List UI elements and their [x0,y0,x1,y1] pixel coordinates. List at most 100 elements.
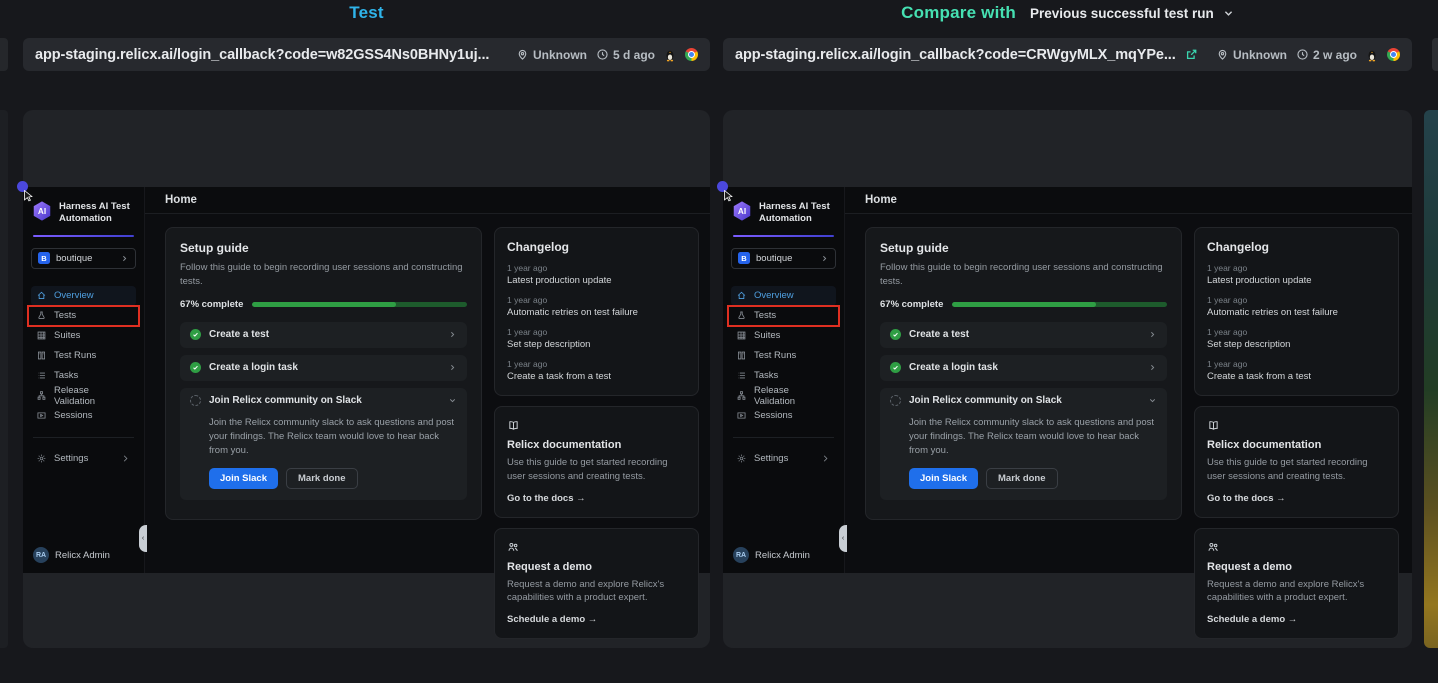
changelog-text: Create a task from a test [507,371,686,382]
test-panel-title: Test [349,3,384,23]
setup-task-create-login-task[interactable]: Create a login task [180,355,467,381]
sidebar-item-settings[interactable]: Settings [731,449,836,469]
compare-with-label: Compare with [901,3,1016,23]
cursor-icon [24,190,34,202]
setup-task-create-login-task[interactable]: Create a login task [880,355,1167,381]
mark-done-button[interactable]: Mark done [286,468,358,489]
documentation-title: Relicx documentation [507,439,686,451]
svg-text:AI: AI [738,207,746,216]
compare-panel: Compare with Previous successful test ru… [723,0,1412,683]
sidebar-item-tests[interactable]: Tests [31,306,136,326]
project-selector[interactable]: B boutique [731,248,836,269]
go-to-docs-link[interactable]: Go to the docs → [1207,493,1386,504]
app-sidebar: AI Harness AI Test Automation B boutique… [23,187,145,573]
next-card-screenshot-sliver [1424,110,1438,648]
test-panel: Test app-staging.relicx.ai/login_callbac… [23,0,710,683]
setup-guide-description: Follow this guide to begin recording use… [880,261,1167,289]
sidebar-item-test-runs[interactable]: Test Runs [731,346,836,366]
sidebar-item-settings[interactable]: Settings [31,449,136,469]
test-screenshot[interactable]: AI Harness AI Test Automation B boutique… [23,110,710,648]
grid-icon [36,330,47,341]
sidebar-collapse-handle[interactable]: ‹ [839,525,847,552]
project-selector[interactable]: B boutique [31,248,136,269]
join-slack-button[interactable]: Join Slack [209,468,278,489]
compare-screenshot[interactable]: AI Harness AI Test Automation B boutique… [723,110,1412,648]
sidebar-item-label: Tests [54,310,76,321]
user-menu[interactable]: RA Relicx Admin [733,547,810,563]
setup-guide-description: Follow this guide to begin recording use… [180,261,467,289]
join-slack-button[interactable]: Join Slack [909,468,978,489]
documentation-description: Use this guide to get started recording … [507,456,686,484]
sidebar-item-label: Test Runs [754,350,796,361]
sidebar-item-overview[interactable]: Overview [731,286,836,306]
request-demo-title: Request a demo [1207,561,1386,573]
compare-run-value: Previous successful test run [1030,6,1214,21]
sidebar-item-release-validation[interactable]: Release Validation [31,386,136,406]
setup-task-join-slack[interactable]: Join Relicx community on Slack Join the … [180,388,467,501]
sidebar-item-label: Tasks [754,370,778,381]
schedule-demo-link[interactable]: Schedule a demo → [1207,614,1386,625]
changelog-time: 1 year ago [507,359,686,369]
external-link-icon[interactable] [1185,48,1198,61]
mark-done-button[interactable]: Mark done [986,468,1058,489]
sidebar-item-overview[interactable]: Overview [31,286,136,306]
sidebar-item-test-runs[interactable]: Test Runs [31,346,136,366]
changelog-time: 1 year ago [1207,295,1386,305]
compare-run-dropdown[interactable]: Previous successful test run [1030,6,1234,21]
home-icon [736,290,747,301]
sidebar-item-tasks[interactable]: Tasks [731,366,836,386]
sidebar-item-tasks[interactable]: Tasks [31,366,136,386]
compare-urlbar[interactable]: app-staging.relicx.ai/login_callback?cod… [723,38,1412,71]
sidebar-item-tests[interactable]: Tests [731,306,836,326]
check-icon [890,329,901,340]
columns-icon [736,350,747,361]
changelog-entry: 1 year ago Automatic retries on test fai… [1207,295,1386,318]
brand: AI Harness AI Test Automation [731,200,836,226]
setup-task-join-slack[interactable]: Join Relicx community on Slack Join the … [880,388,1167,501]
list-icon [36,370,47,381]
changelog-time: 1 year ago [507,295,686,305]
progress-label: 67% complete [180,299,243,310]
changelog-card: Changelog 1 year ago Latest production u… [1194,227,1399,396]
app-sidebar: AI Harness AI Test Automation B boutique… [723,187,845,573]
task-description: Join the Relicx community slack to ask q… [209,416,457,459]
request-demo-description: Request a demo and explore Relicx's capa… [1207,578,1386,606]
sidebar-collapse-handle[interactable]: ‹ [139,525,147,552]
setup-task-create-test[interactable]: Create a test [880,322,1167,348]
changelog-text: Create a task from a test [1207,371,1386,382]
age-indicator: 5 d ago [596,48,655,62]
changelog-entry: 1 year ago Set step description [507,327,686,350]
brand-name: Harness AI Test Automation [759,200,836,226]
go-to-docs-link[interactable]: Go to the docs → [507,493,686,504]
changelog-text: Set step description [1207,339,1386,350]
changelog-entry: 1 year ago Automatic retries on test fai… [507,295,686,318]
list-icon [736,370,747,381]
progress-fill [252,302,396,307]
flask-icon [736,310,747,321]
sidebar-item-suites[interactable]: Suites [31,326,136,346]
map-pin-icon [1216,48,1229,61]
changelog-entry: 1 year ago Latest production update [507,263,686,286]
request-demo-description: Request a demo and explore Relicx's capa… [507,578,686,606]
changelog-text: Automatic retries on test failure [507,307,686,318]
changelog-time: 1 year ago [1207,359,1386,369]
changelog-title: Changelog [507,240,686,254]
task-label: Create a test [209,329,269,340]
embedded-app-screenshot: AI Harness AI Test Automation B boutique… [723,187,1412,573]
sidebar-divider [33,437,134,438]
sidebar-item-label: Suites [54,330,80,341]
sidebar-item-release-validation[interactable]: Release Validation [731,386,836,406]
user-menu[interactable]: RA Relicx Admin [33,547,110,563]
svg-text:AI: AI [38,207,46,216]
brand-divider [33,235,134,237]
test-urlbar[interactable]: app-staging.relicx.ai/login_callback?cod… [23,38,710,71]
sidebar-item-sessions[interactable]: Sessions [731,406,836,426]
progress-bar [952,302,1167,307]
changelog-entry: 1 year ago Set step description [1207,327,1386,350]
chevron-right-icon [1148,363,1157,372]
schedule-demo-link[interactable]: Schedule a demo → [507,614,686,625]
sidebar-item-sessions[interactable]: Sessions [31,406,136,426]
setup-task-create-test[interactable]: Create a test [180,322,467,348]
sidebar-item-suites[interactable]: Suites [731,326,836,346]
grid-icon [736,330,747,341]
